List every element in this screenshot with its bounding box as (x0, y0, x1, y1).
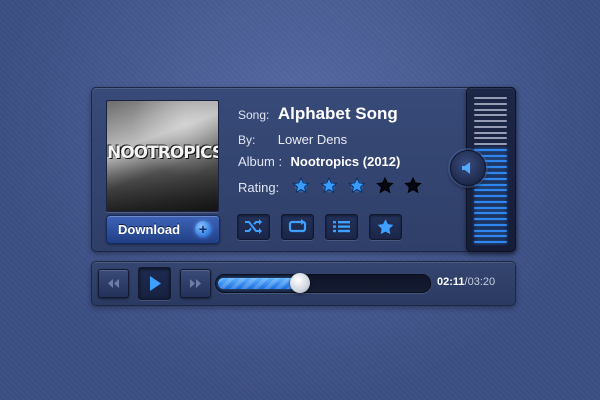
rewind-button[interactable] (98, 269, 129, 298)
volume-level-bar (474, 235, 507, 238)
volume-level-bar (474, 241, 507, 244)
volume-level-bar (474, 114, 507, 117)
volume-level-bar (474, 212, 507, 215)
volume-level-bar (474, 143, 507, 146)
volume-level-bar (474, 218, 507, 221)
volume-level-bar (474, 137, 507, 140)
volume-level-bar (474, 200, 507, 203)
volume-level-bar (474, 206, 507, 209)
artist-name: Lower Dens (277, 132, 348, 147)
album-name: Nootropics (2012) (290, 154, 401, 169)
seek-handle[interactable] (290, 273, 310, 293)
fast-forward-button[interactable] (180, 269, 211, 298)
seek-bar[interactable] (215, 273, 431, 293)
volume-level-bar (474, 229, 507, 232)
seek-progress (218, 278, 300, 289)
star-empty-icon[interactable] (404, 177, 422, 195)
volume-level-bar (474, 102, 507, 105)
volume-level-bar (474, 97, 507, 99)
rating-label: Rating: (238, 180, 280, 195)
album-art: NOOTROPICS (106, 100, 219, 212)
total-time: 03:20 (467, 276, 496, 288)
rating-stars[interactable] (292, 177, 432, 195)
plus-icon: + (195, 221, 211, 237)
artist-label: By: (238, 133, 256, 147)
star-filled-icon[interactable] (320, 177, 338, 195)
song-title: Alphabet Song (277, 104, 398, 123)
transport-bar: 02:11/03:20 (91, 261, 516, 306)
play-button[interactable] (138, 267, 171, 300)
volume-level-bar (474, 189, 507, 192)
album-label: Album : (238, 154, 283, 169)
volume-level-bar (474, 120, 507, 123)
volume-level-bar (474, 195, 507, 198)
volume-level-bar (474, 125, 507, 128)
favorite-button[interactable] (369, 214, 402, 240)
current-time: 02:11 (437, 276, 465, 288)
time-display: 02:11/03:20 (437, 276, 495, 288)
mute-button[interactable] (450, 150, 486, 186)
star-empty-icon[interactable] (376, 177, 394, 195)
star-filled-icon[interactable] (292, 177, 310, 195)
song-label: Song: (238, 108, 270, 122)
repeat-button[interactable] (281, 214, 314, 240)
star-filled-icon[interactable] (348, 177, 366, 195)
volume-level-bar (474, 223, 507, 226)
download-button[interactable]: Download + (106, 215, 220, 244)
volume-level-bar (474, 148, 507, 151)
shuffle-button[interactable] (237, 214, 270, 240)
album-art-title: NOOTROPICS (107, 143, 219, 163)
volume-level-bar (474, 131, 507, 134)
volume-level-bar (474, 183, 507, 186)
volume-level-bar (474, 108, 507, 111)
playlist-button[interactable] (325, 214, 358, 240)
download-label: Download (118, 222, 181, 237)
